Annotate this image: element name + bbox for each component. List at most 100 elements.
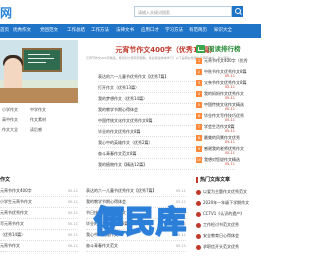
rank-number-badge: 10 <box>196 157 202 163</box>
list-date: 05-11 <box>67 189 78 193</box>
list-date: 05-11 <box>67 244 78 248</box>
nav-item-work-summary[interactable]: 工作总结 <box>67 24 85 38</box>
ranking-link[interactable]: 我想对您说作文精选 <box>204 157 240 162</box>
list-date: 05-11 <box>67 200 78 204</box>
hero-image[interactable] <box>0 40 78 103</box>
list-item[interactable]: 元宵节作文 05-11 <box>0 241 78 252</box>
category-link[interactable]: 读后感 <box>30 127 42 133</box>
hot-article-item[interactable]: 安全教育日心得体会 <box>196 231 261 241</box>
list-link[interactable]: （优秀14篇） <box>0 232 25 237</box>
list-item[interactable]: （优秀14篇） 05-11 <box>0 230 78 241</box>
hot-article-item[interactable]: CCTV1《认识的遗产》 <box>196 209 261 219</box>
hot-article-link[interactable]: 求职信开头范文优秀 <box>203 244 239 249</box>
list-item[interactable]: 表达的六一儿童节优秀作文【优秀7篇】 05-11 <box>86 186 186 197</box>
article-link[interactable]: 打开作文（优秀13篇） <box>98 85 139 90</box>
list-link[interactable]: 写元宵节作文 <box>0 221 24 226</box>
hot-article-link[interactable]: CCTV1《认识的遗产》 <box>203 211 244 216</box>
list-item[interactable]: 写元宵节作文 05-11 <box>0 219 78 230</box>
site-logo[interactable]: 网 <box>0 4 13 21</box>
bullet-icon <box>196 222 201 228</box>
ranking-link[interactable]: 感谢我的老师优秀作文 <box>204 146 244 151</box>
article-link[interactable]: 毕业的作文优秀作文8篇 <box>98 129 141 134</box>
list-item[interactable]: 元宵节作文400字 05-11 <box>0 186 78 197</box>
hot-article-link[interactable]: 2020年一年级下学期作文 <box>203 200 249 205</box>
article-link[interactable]: 奋斗青春作文范文8篇 <box>98 151 137 156</box>
watermark-logo: 便民库 <box>93 204 187 241</box>
bullet-icon <box>196 244 201 250</box>
article-link[interactable]: 我的梦想作文（优秀14篇） <box>98 96 147 101</box>
list-link[interactable]: 元宵节作文400字 <box>0 188 32 193</box>
rank-number-badge: 7 <box>196 124 202 130</box>
ranking-item[interactable]: 7 学会生活作文8篇 <box>196 122 261 132</box>
ranking-item[interactable]: 2 中秋节作文优秀作文8篇 <box>196 67 261 77</box>
list-link[interactable]: 小学生元宵节作文 <box>0 199 32 204</box>
rank-number-badge: 5 <box>196 102 202 108</box>
list-item[interactable]: 小学生元宵节作文 05-11 <box>0 197 78 208</box>
ranking-link[interactable]: 中秋节作文优秀作文8篇 <box>204 69 247 74</box>
list-date: 05-11 <box>67 233 78 237</box>
article-link[interactable]: 中国传统文化作文优秀作文8篇 <box>98 118 153 123</box>
hot-article-link[interactable]: 工作检讨书范文优秀 <box>203 222 239 227</box>
nav-item-speech[interactable]: 应用口才 <box>141 24 159 38</box>
list-link[interactable]: 表达的六一儿童节优秀作文【优秀7篇】 <box>86 188 157 193</box>
nav-item-legal[interactable]: 法律文书 <box>116 24 134 38</box>
board-line <box>28 62 46 63</box>
nav-item-work-method[interactable]: 工作方法 <box>91 24 109 38</box>
article-link[interactable]: 我的教学节期心得体会 <box>98 107 138 112</box>
ranking-item[interactable]: 5 中国传统文化作文精选 <box>196 100 261 110</box>
hot-article-item[interactable]: 2020年一年级下学期作文 <box>196 198 261 208</box>
list-link[interactable]: 奋斗青春作文范文 <box>86 243 118 248</box>
list-link[interactable]: 元宵节优秀作文 <box>0 210 28 215</box>
ranking-link[interactable]: 学会生活作文8篇 <box>204 124 235 129</box>
list-link[interactable]: 元宵节作文 <box>0 243 20 248</box>
ranking-link[interactable]: 毕业作文写作技巧优秀 <box>204 113 244 118</box>
category-link[interactable]: 作文大全 <box>2 127 18 133</box>
category-link[interactable]: 高中作文 <box>2 117 18 123</box>
ranking-link[interactable]: 我的妈妈作文优秀作文 <box>204 91 244 96</box>
bullet-icon <box>196 189 201 195</box>
rank-number-badge: 1 <box>196 58 202 64</box>
ranking-item[interactable]: 1 元宵节作文400字（优秀 <box>196 56 261 66</box>
ranking-item[interactable]: 9 感谢我的老师优秀作文 <box>196 144 261 154</box>
nav-item-resume[interactable]: 有范简历 <box>189 24 207 38</box>
list-item[interactable]: 奋斗青春作文范文 05-11 <box>86 241 186 252</box>
search-input[interactable]: 请输入关键词搜索 <box>134 6 232 17</box>
article-link[interactable]: 我心中的英雄作文（优秀2篇） <box>98 140 153 145</box>
ranking-item[interactable]: 8 最美的风景作文优秀 <box>196 133 261 143</box>
nav-item-essays[interactable]: 优秀作文 <box>13 24 31 38</box>
category-link[interactable]: 中学作文 <box>30 107 46 113</box>
ranking-link[interactable]: 元宵节作文400字（优秀 <box>204 58 248 63</box>
search-icon-handle <box>239 12 242 15</box>
ranking-item[interactable]: 3 父亲节作文优秀作文8篇 <box>196 78 261 88</box>
hot-article-link[interactable]: 以爱为主题作文优秀范文 <box>203 189 247 194</box>
category-link[interactable]: 小学作文 <box>2 107 18 113</box>
nav-item-home[interactable]: 首页 <box>0 24 10 38</box>
bullet-icon <box>196 200 201 206</box>
hot-articles-title: 热门文库文章 <box>196 176 230 183</box>
desk <box>0 88 78 103</box>
nav-item-party[interactable]: 党团范文 <box>40 24 58 38</box>
ranking-item[interactable]: 10 我想对您说作文精选 <box>196 155 261 165</box>
hot-article-link[interactable]: 安全教育日心得体会 <box>203 233 239 238</box>
category-link[interactable]: 作文素材 <box>30 117 46 123</box>
list-date: 05-11 <box>67 222 78 226</box>
ranking-link[interactable]: 父亲节作文优秀作文8篇 <box>204 80 247 85</box>
ranking-item[interactable]: 4 我的妈妈作文优秀作文 <box>196 89 261 99</box>
hot-article-item[interactable]: 求职信开头范文优秀 <box>196 242 261 252</box>
bullet-icon <box>196 211 201 217</box>
article-link[interactable]: 我的植物作文【精选12篇】 <box>98 162 147 167</box>
nav-item-study[interactable]: 学习方法 <box>165 24 183 38</box>
bullet-icon <box>196 233 201 239</box>
rank-number-badge: 8 <box>196 135 202 141</box>
ranking-link[interactable]: 中国传统文化作文精选 <box>204 102 244 107</box>
hot-article-item[interactable]: 以爱为主题作文优秀范文 <box>196 187 261 197</box>
hot-article-item[interactable]: 工作检讨书范文优秀 <box>196 220 261 230</box>
article-link[interactable]: 表达的六一儿童节优秀作文【优秀7篇】 <box>98 74 169 79</box>
nav-item-knowledge[interactable]: 知识大全 <box>214 24 232 38</box>
rank-number-badge: 6 <box>196 113 202 119</box>
list-item[interactable]: 元宵节优秀作文 05-11 <box>0 208 78 219</box>
rank-number-badge: 3 <box>196 80 202 86</box>
ranking-item[interactable]: 6 毕业作文写作技巧优秀 <box>196 111 261 121</box>
search-button[interactable] <box>232 6 243 17</box>
ranking-link[interactable]: 最美的风景作文优秀 <box>204 135 240 140</box>
